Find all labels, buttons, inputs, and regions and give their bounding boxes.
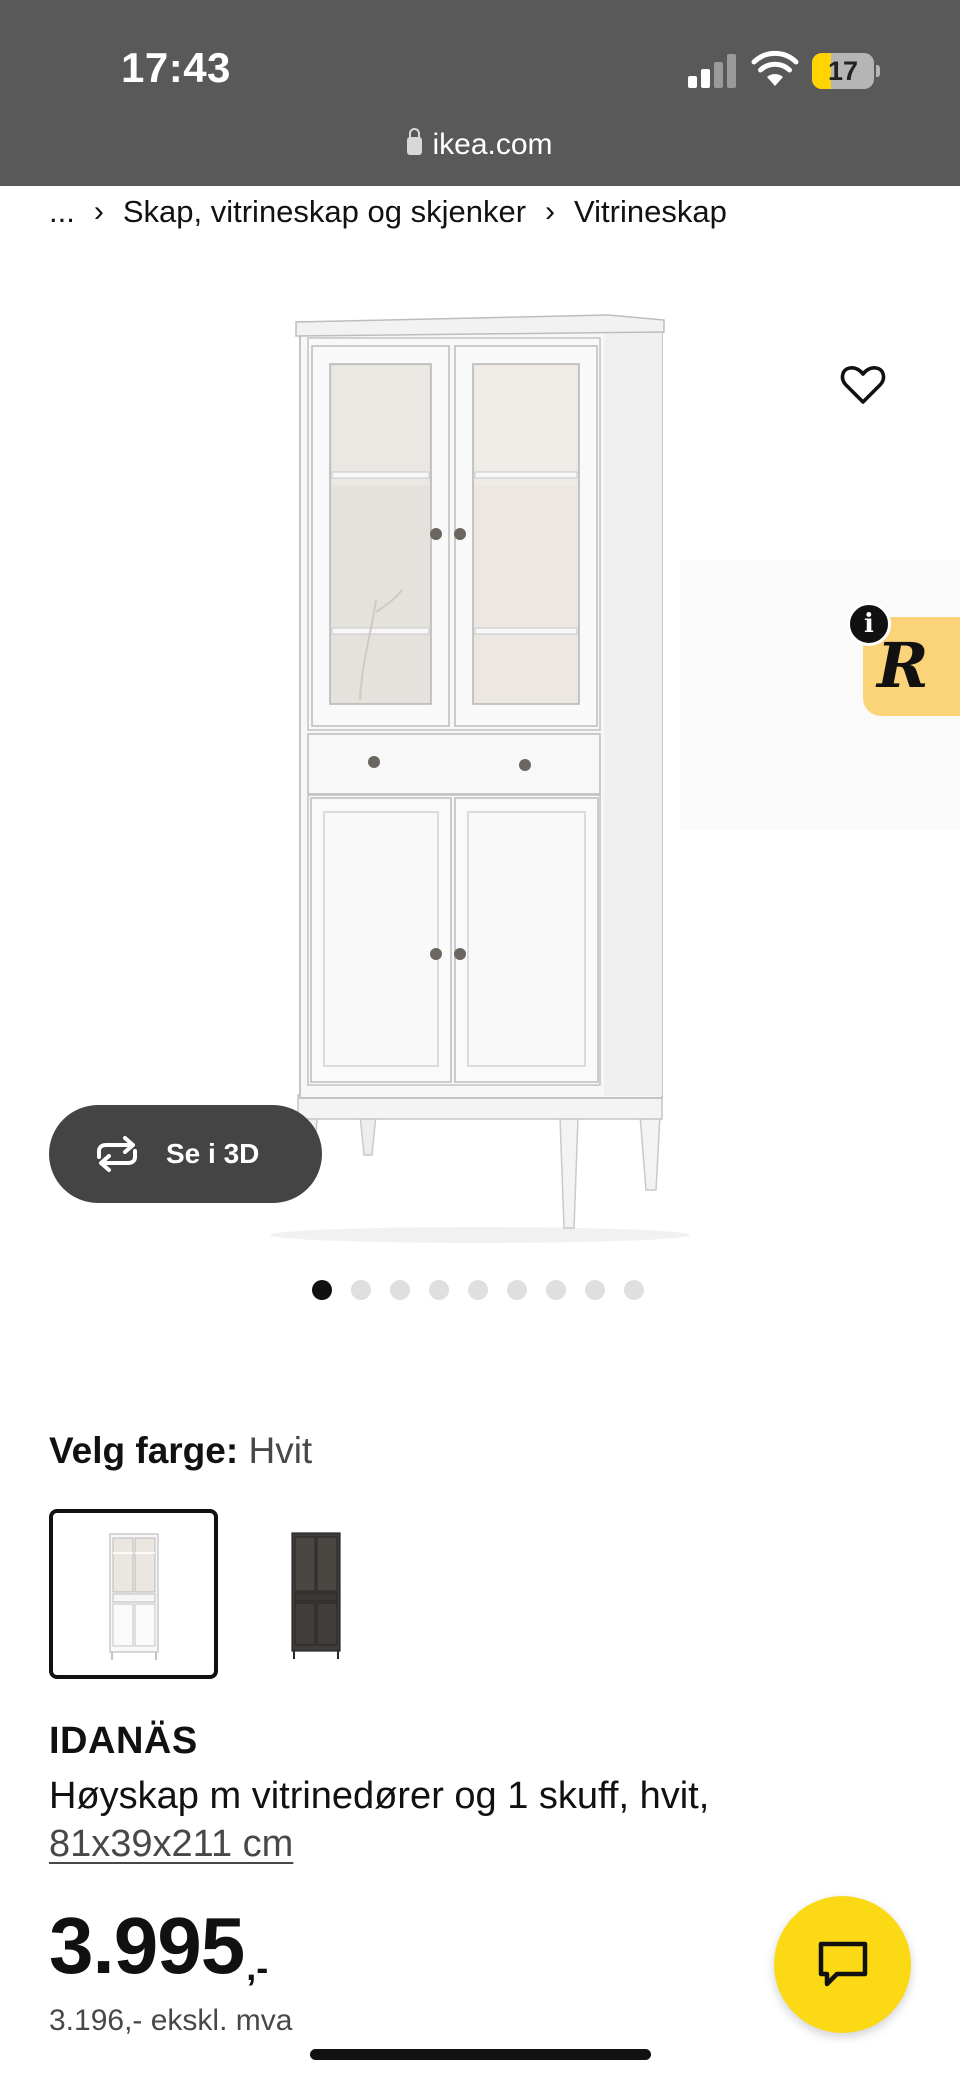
view-3d-button[interactable]: Se i 3D (49, 1105, 322, 1203)
carousel-dot[interactable] (468, 1280, 488, 1300)
url-text: ikea.com (432, 128, 553, 161)
lock-icon (407, 128, 423, 155)
battery-percentage: 17 (827, 56, 859, 86)
chat-bubble-icon (818, 1941, 868, 1987)
breadcrumb-ellipsis[interactable]: ... (49, 194, 75, 230)
carousel-dot[interactable] (546, 1280, 566, 1300)
color-selection-label: Velg farge: Hvit (49, 1430, 312, 1472)
white-cabinet-thumbnail (109, 1533, 159, 1660)
browser-top-bar: 17:43 17 ikea.com (0, 0, 960, 186)
dark-cabinet-thumbnail (291, 1532, 341, 1659)
rotate-arrows-icon (97, 1136, 137, 1172)
price-amount: 3.995 (49, 1901, 245, 1990)
color-swatch-white[interactable] (49, 1509, 218, 1679)
product-name: IDANÄS (49, 1720, 198, 1762)
carousel-dot[interactable] (312, 1280, 332, 1300)
breadcrumb-separator-icon: › (93, 195, 104, 228)
price-suffix: ,- (246, 1947, 269, 1988)
breadcrumb-item-glass-cabinets[interactable]: Vitrineskap (574, 194, 727, 230)
carousel-dot[interactable] (624, 1280, 644, 1300)
carousel-dot[interactable] (390, 1280, 410, 1300)
product-dimensions-link[interactable]: 81x39x211 cm (49, 1820, 293, 1868)
breadcrumb-item-cabinets[interactable]: Skap, vitrineskap og skjenker (123, 194, 526, 230)
view-3d-label: Se i 3D (166, 1138, 260, 1169)
review-widget-logo: R (877, 629, 929, 702)
status-time: 17:43 (121, 44, 231, 91)
heart-outline-icon[interactable] (840, 364, 886, 406)
breadcrumb: ... › Skap, vitrineskap og skjenker › Vi… (49, 192, 727, 232)
image-carousel-dots (312, 1280, 644, 1300)
info-icon[interactable]: i (847, 602, 891, 646)
home-indicator (310, 2049, 651, 2060)
color-label-text: Velg farge: (49, 1430, 239, 1471)
color-swatch-dark-grey[interactable] (232, 1509, 401, 1679)
cellular-signal-icon (688, 54, 736, 88)
battery-icon: 17 (812, 53, 880, 89)
wifi-icon (751, 50, 799, 86)
chat-button[interactable] (774, 1896, 911, 2033)
carousel-dot[interactable] (507, 1280, 527, 1300)
breadcrumb-separator-icon: › (545, 195, 556, 228)
selected-color-value: Hvit (248, 1430, 313, 1471)
address-bar[interactable]: ikea.com (0, 128, 960, 162)
price-ex-vat: 3.196,- ekskl. mva (49, 2004, 293, 2037)
carousel-dot[interactable] (585, 1280, 605, 1300)
carousel-dot[interactable] (351, 1280, 371, 1300)
product-description: Høyskap m vitrinedører og 1 skuff, hvit, (49, 1775, 710, 1817)
product-price: 3.995 ,- (49, 1900, 268, 1992)
carousel-dot[interactable] (429, 1280, 449, 1300)
